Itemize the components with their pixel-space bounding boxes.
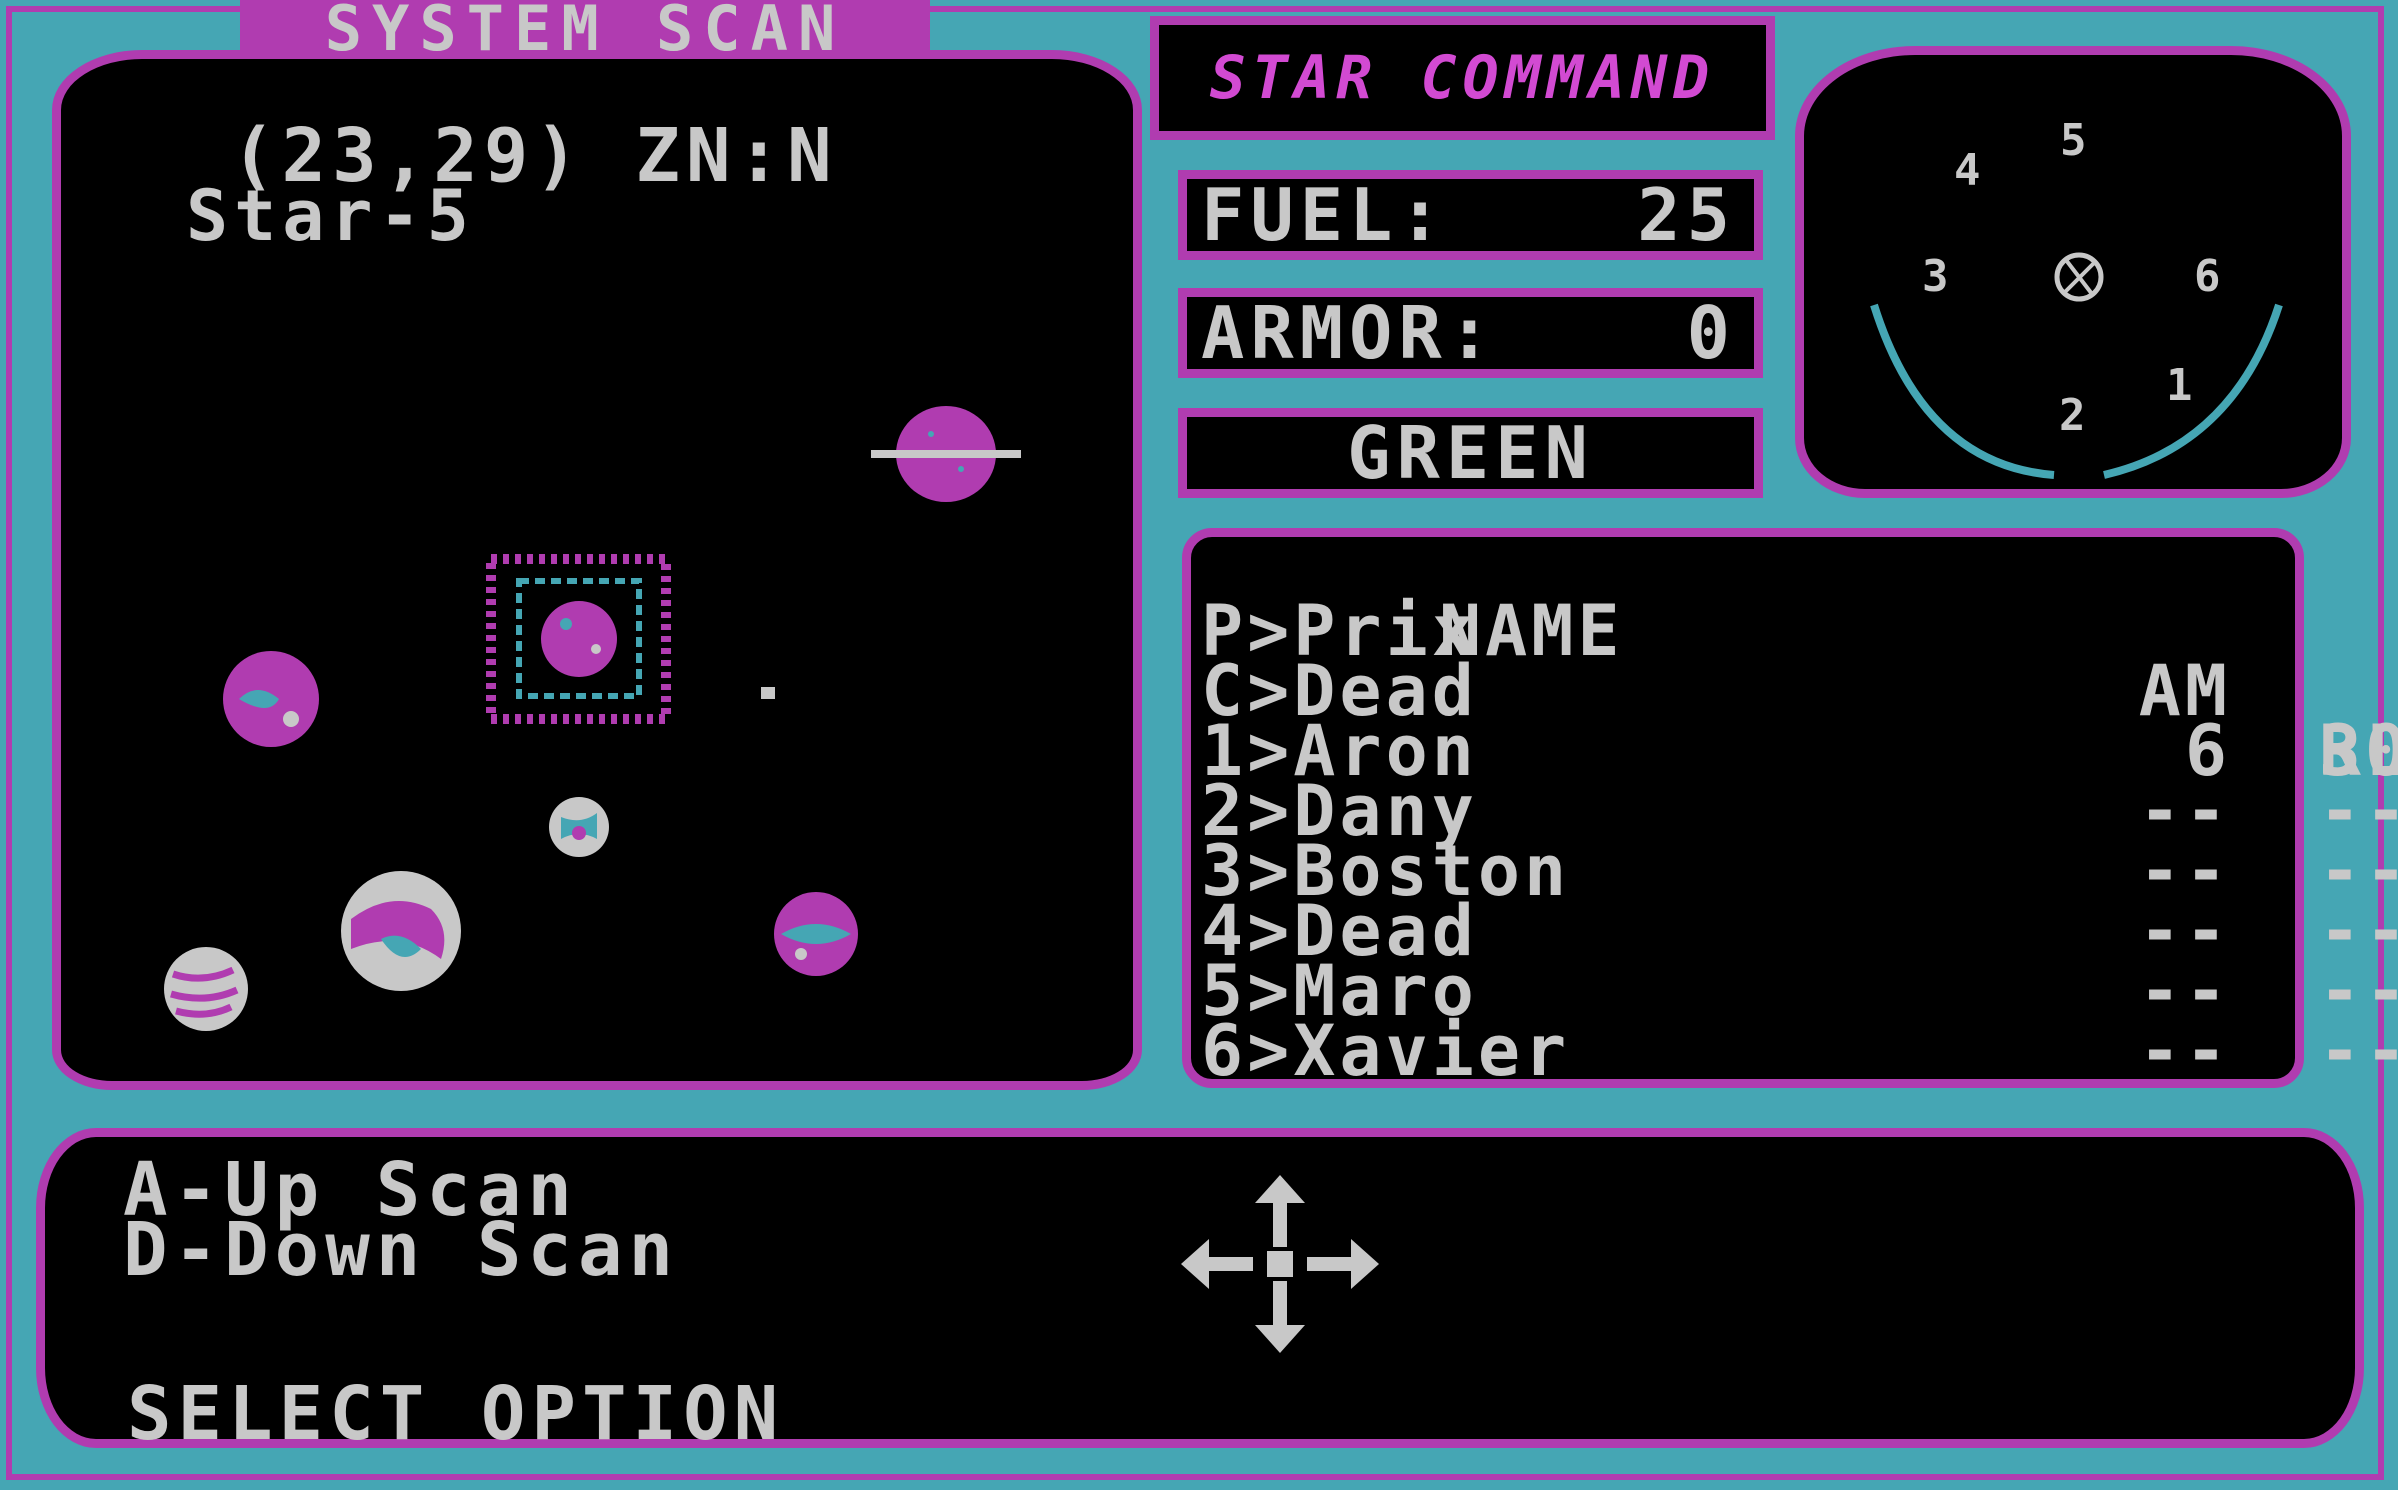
crew-name: 6>Xavier	[1201, 1010, 1571, 1092]
fuel-value: 25	[1637, 173, 1736, 257]
alert-status: GREEN	[1178, 408, 1763, 498]
system-scan-viewport: (23,29) ZN:N Star-5	[52, 50, 1142, 1090]
ship-icon	[2054, 252, 2104, 302]
star-name: Star-5	[186, 175, 475, 257]
radar-position-6: 6	[2194, 251, 2221, 302]
fuel-readout: FUEL: 25	[1178, 170, 1763, 260]
select-option-prompt: SELECT OPTION	[127, 1371, 785, 1457]
direction-arrows-icon[interactable]	[1175, 1169, 1385, 1359]
radar-position-5: 5	[2060, 115, 2087, 166]
star-sun-icon[interactable]	[486, 554, 671, 724]
alert-status-text: GREEN	[1347, 411, 1594, 495]
crew-roster: NAME AM RL P>Prix C>Dead 1>Aron 6 30 2>Dany --…	[1182, 528, 2398, 1092]
planet[interactable]	[164, 947, 248, 1031]
armor-value: 0	[1686, 291, 1736, 375]
radar-position-4: 4	[1954, 145, 1981, 196]
ship-marker[interactable]	[761, 687, 775, 699]
formation-radar: 5 4 3 6 2 1	[1795, 46, 2351, 498]
option-down-scan[interactable]: D-Down Scan	[123, 1213, 679, 1287]
radar-position-1: 1	[2166, 360, 2193, 411]
game-title: STAR COMMAND	[1150, 16, 1775, 140]
radar-position-3: 3	[1922, 251, 1949, 302]
armor-label: ARMOR:	[1201, 291, 1498, 375]
ringed-planet[interactable]	[871, 406, 1021, 502]
planet[interactable]	[774, 892, 858, 976]
planet[interactable]	[549, 797, 609, 857]
planet[interactable]	[341, 871, 461, 991]
system-scan-title: SYSTEM SCAN	[240, 0, 930, 58]
planet[interactable]	[223, 651, 319, 747]
roster-row[interactable]: 6>Xavier----	[1191, 1010, 2398, 1092]
crew-rl: --	[2318, 1010, 2398, 1092]
command-panel: A-Up Scan D-Down Scan SELECT OPTION	[36, 1128, 2364, 1457]
radar-position-2: 2	[2059, 390, 2086, 441]
armor-readout: ARMOR: 0	[1178, 288, 1763, 378]
fuel-label: FUEL:	[1201, 173, 1448, 257]
